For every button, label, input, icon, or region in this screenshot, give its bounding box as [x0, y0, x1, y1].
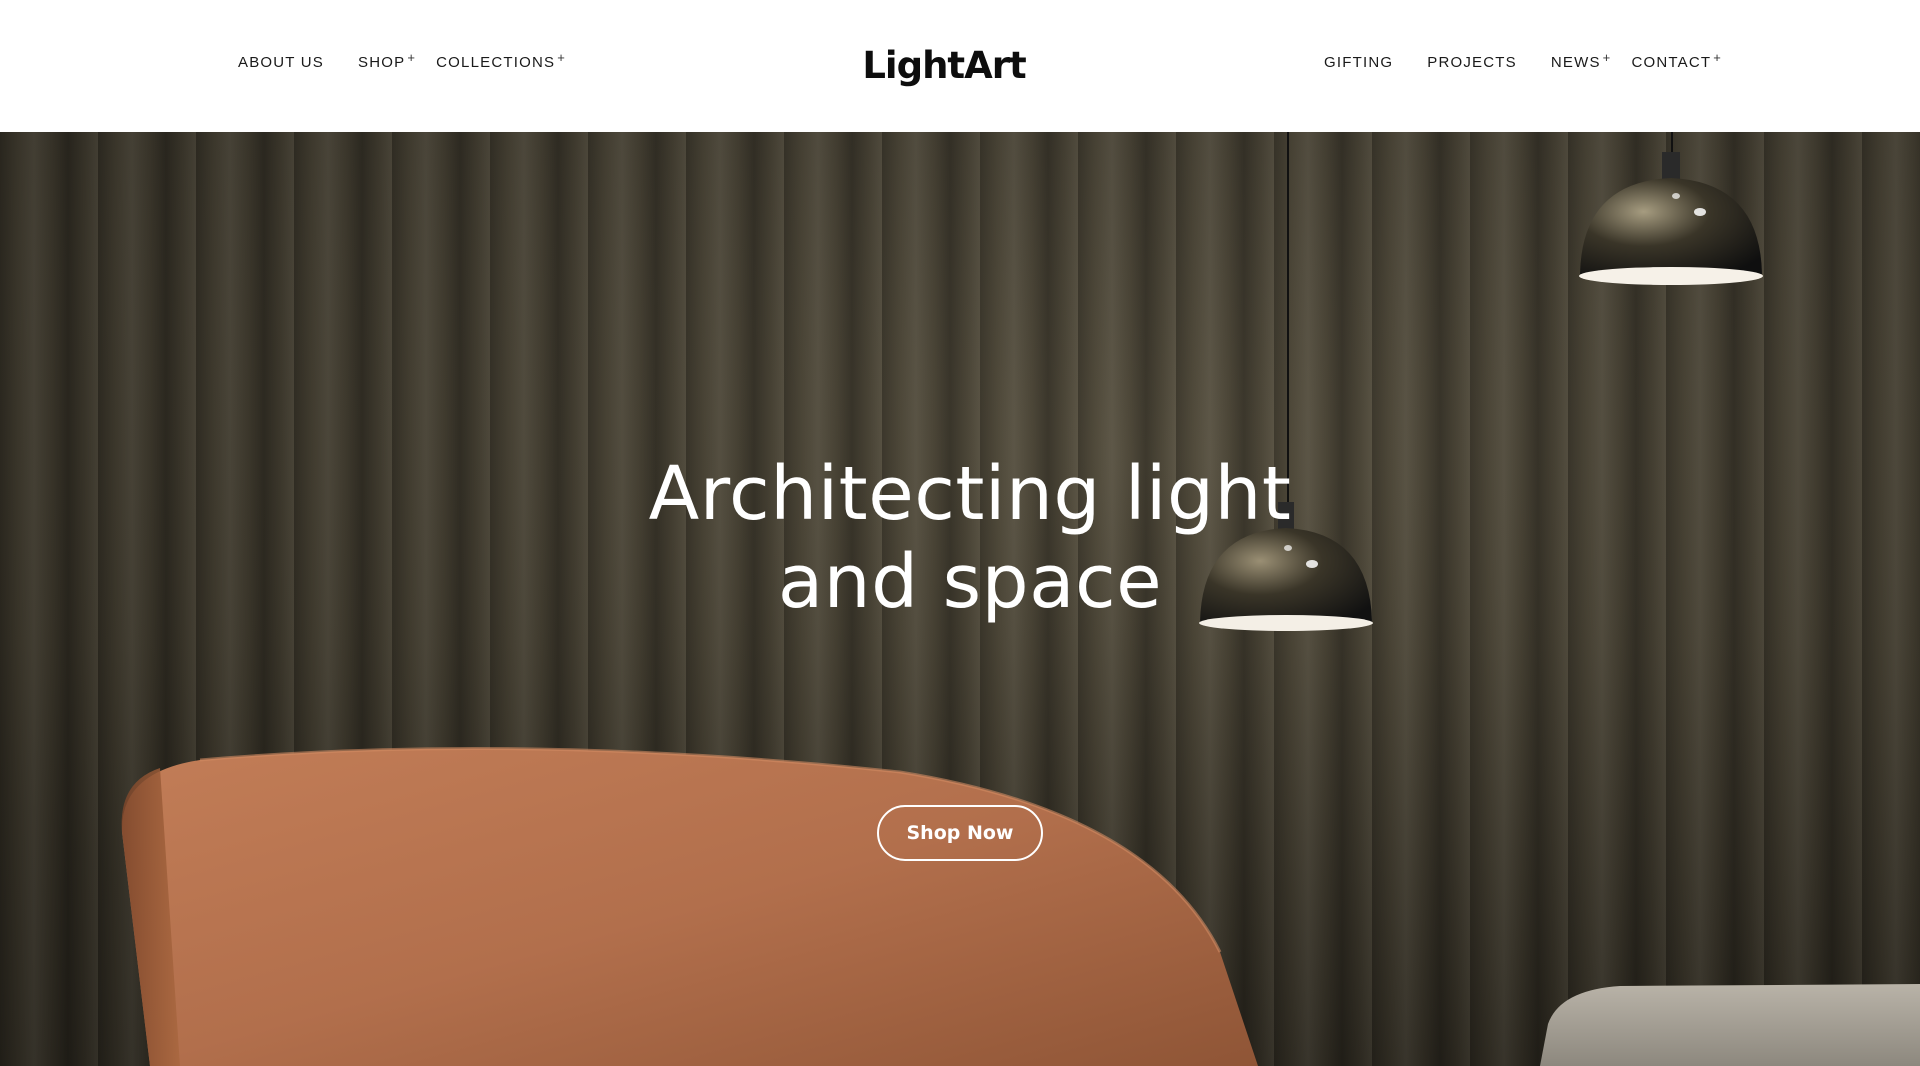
- site-header: ABOUT US SHOP + COLLECTIONS + LightArt G…: [0, 0, 1920, 132]
- nav-item-projects[interactable]: PROJECTS: [1427, 54, 1517, 71]
- nav-item-gifting[interactable]: GIFTING: [1324, 54, 1393, 71]
- nav-item-contact[interactable]: CONTACT +: [1631, 50, 1722, 71]
- nav-label: CONTACT: [1631, 54, 1712, 71]
- nav-label: NEWS: [1550, 54, 1601, 71]
- hero-title: Architecting light and space: [0, 450, 1920, 626]
- nav-label: GIFTING: [1324, 54, 1394, 71]
- nav-label: PROJECTS: [1427, 54, 1517, 71]
- shop-now-button[interactable]: Shop Now: [877, 805, 1043, 861]
- hero-banner: Architecting light and space Shop Now: [0, 132, 1920, 1066]
- hero-title-line: Architecting light: [648, 451, 1292, 537]
- expand-plus-icon: +: [1713, 50, 1723, 65]
- expand-plus-icon: +: [1602, 50, 1612, 65]
- primary-nav-right: GIFTING PROJECTS NEWS + CONTACT +: [1324, 50, 1722, 71]
- hero-title-line: and space: [777, 539, 1163, 625]
- nav-item-news[interactable]: NEWS +: [1550, 50, 1612, 71]
